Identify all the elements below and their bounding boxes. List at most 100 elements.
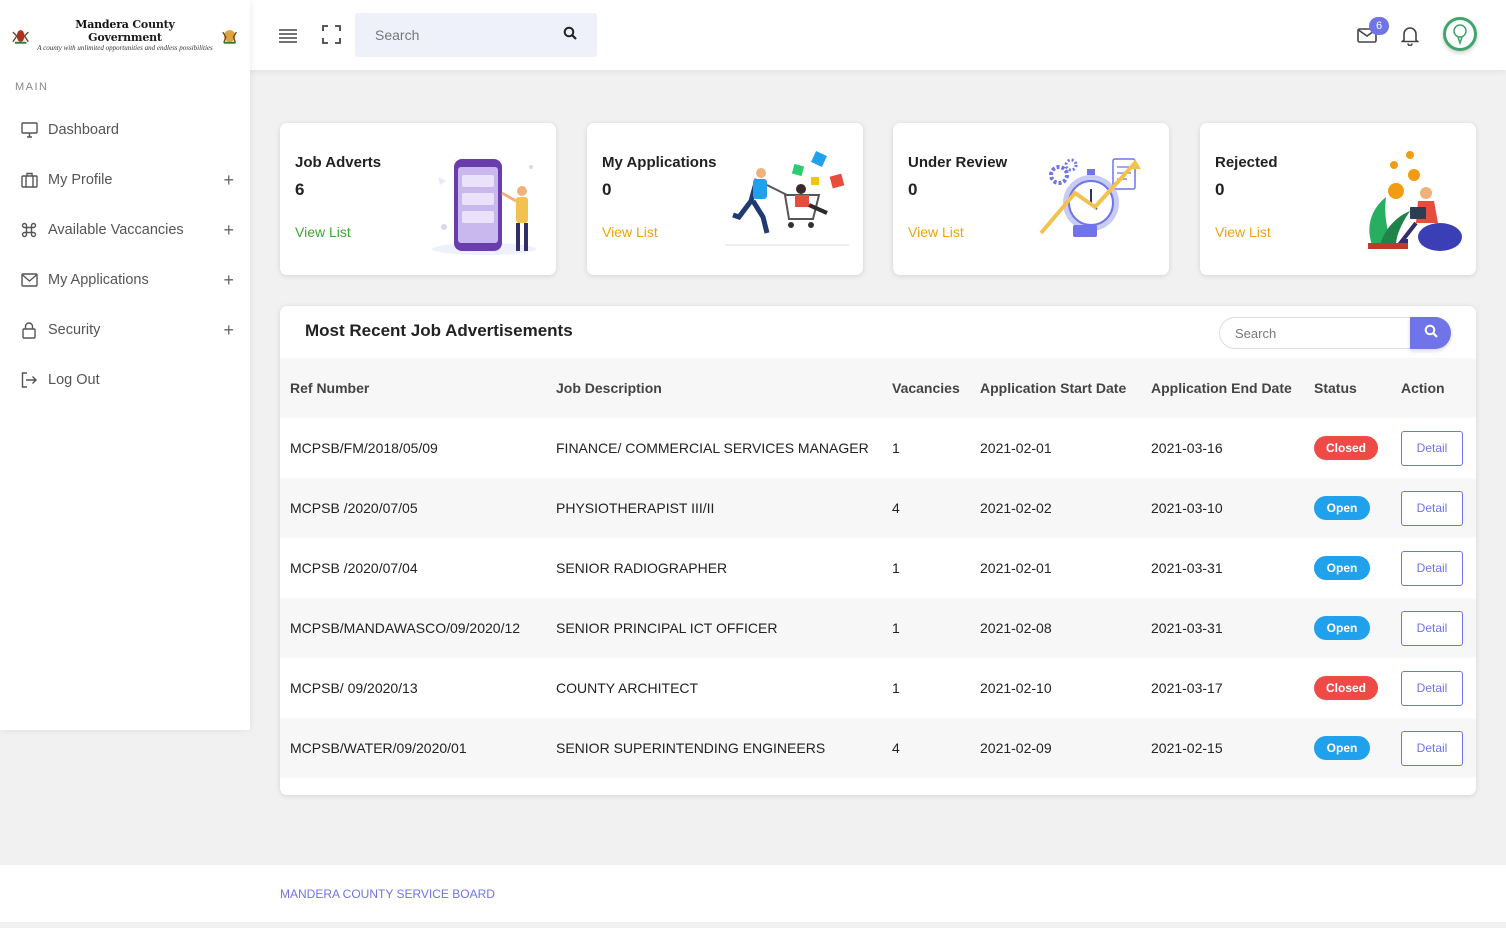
vacancies-cell: 1 [892, 560, 900, 576]
view-list-link[interactable]: View List [295, 224, 351, 240]
sidebar-item-label: Available Vaccancies [48, 222, 184, 238]
header-search[interactable]: Search [355, 13, 597, 57]
table-row: MCPSB/WATER/09/2020/01 SENIOR SUPERINTEN… [280, 718, 1476, 778]
card-title: Rejected [1215, 154, 1278, 171]
brand-logo[interactable]: Mandera County Government A county with … [0, 0, 250, 70]
card-title: My Applications [602, 154, 717, 171]
start-date-cell: 2021-02-01 [980, 560, 1052, 576]
sidebar-item-label: My Applications [48, 272, 149, 288]
sidebar-item-my-applications[interactable]: My Applications + [0, 255, 250, 305]
detail-button[interactable]: Detail [1401, 670, 1463, 706]
status-badge: Closed [1314, 436, 1378, 460]
table-row: MCPSB /2020/07/05 PHYSIOTHERAPIST III/II… [280, 478, 1476, 538]
column-header: Ref Number [290, 380, 370, 396]
mail-icon [20, 271, 38, 289]
user-avatar[interactable] [1443, 17, 1477, 51]
vacancies-cell: 1 [892, 440, 900, 456]
vacancies-cell: 1 [892, 620, 900, 636]
start-date-cell: 2021-02-01 [980, 440, 1052, 456]
table-row: MCPSB/FM/2018/05/09 FINANCE/ COMMERCIAL … [280, 418, 1476, 478]
job-description-cell: SENIOR RADIOGRAPHER [556, 560, 728, 576]
table-header-row: Ref Number Job Description Vacancies App… [280, 358, 1476, 418]
bell-icon[interactable] [1399, 24, 1421, 47]
status-badge: Open [1314, 496, 1370, 520]
status-badge: Closed [1314, 676, 1378, 700]
table-row: MCPSB /2020/07/04 SENIOR RADIOGRAPHER 1 … [280, 538, 1476, 598]
card-my-applications: My Applications 0 View List [587, 123, 863, 275]
county-seal-icon [222, 30, 237, 44]
job-description-cell: PHYSIOTHERAPIST III/II [556, 500, 715, 516]
end-date-cell: 2021-03-17 [1151, 680, 1223, 696]
detail-button[interactable]: Detail [1401, 550, 1463, 586]
header-search-input[interactable]: Search [375, 27, 563, 43]
card-count: 0 [602, 180, 612, 199]
job-adverts-table: Ref Number Job Description Vacancies App… [280, 358, 1476, 778]
ref-number-cell: MCPSB/WATER/09/2020/01 [290, 740, 467, 756]
expand-icon[interactable]: + [223, 170, 234, 191]
detail-button[interactable]: Detail [1401, 610, 1463, 646]
card-count: 0 [1215, 180, 1225, 199]
job-description-cell: SENIOR PRINCIPAL ICT OFFICER [556, 620, 778, 636]
command-icon [20, 221, 38, 239]
start-date-cell: 2021-02-10 [980, 680, 1052, 696]
job-description-cell: SENIOR SUPERINTENDING ENGINEERS [556, 740, 826, 756]
brand-name-first: Mandera [75, 18, 133, 31]
logout-icon [20, 371, 38, 389]
view-list-link[interactable]: View List [602, 224, 658, 240]
footer: MANDERA COUNTY SERVICE BOARD [0, 865, 1506, 922]
table-search-button[interactable] [1410, 317, 1451, 349]
search-icon[interactable] [563, 26, 577, 45]
table-search[interactable]: Search [1219, 317, 1451, 349]
view-list-link[interactable]: View List [1215, 224, 1271, 240]
card-title: Under Review [908, 154, 1008, 171]
card-count: 6 [295, 180, 305, 199]
sidebar-item-label: Dashboard [48, 122, 119, 138]
detail-button[interactable]: Detail [1401, 490, 1463, 526]
card-rejected: Rejected 0 View List [1200, 123, 1476, 275]
column-header: Application End Date [1151, 380, 1292, 396]
nav-section-main: MAIN [15, 81, 49, 93]
expand-icon[interactable]: + [223, 320, 234, 341]
sidebar: Mandera County Government A county with … [0, 0, 250, 730]
recent-job-adverts-panel: Most Recent Job Advertisements Search Re… [280, 306, 1476, 795]
mail-badge: 6 [1369, 17, 1389, 35]
sidebar-item-security[interactable]: Security + [0, 305, 250, 355]
briefcase-icon [20, 171, 38, 189]
end-date-cell: 2021-03-10 [1151, 500, 1223, 516]
end-date-cell: 2021-03-16 [1151, 440, 1223, 456]
search-icon [1424, 324, 1438, 343]
sidebar-item-dashboard[interactable]: Dashboard [0, 105, 250, 155]
sidebar-item-available-vacancies[interactable]: Available Vaccancies + [0, 205, 250, 255]
phone-illustration-icon [432, 159, 536, 255]
ref-number-cell: MCPSB/ 09/2020/13 [290, 680, 418, 696]
stopwatch-illustration-icon [1039, 158, 1141, 237]
detail-button[interactable]: Detail [1401, 730, 1463, 766]
job-description-cell: FINANCE/ COMMERCIAL SERVICES MANAGER [556, 440, 869, 456]
shopping-illustration-icon [725, 151, 849, 246]
status-badge: Open [1314, 616, 1370, 640]
sidebar-item-label: Security [48, 322, 101, 338]
expand-icon[interactable]: + [223, 270, 234, 291]
table-search-input[interactable]: Search [1219, 317, 1419, 349]
kenya-coat-of-arms-icon [12, 30, 29, 44]
vacancies-cell: 1 [892, 680, 900, 696]
menu-toggle-icon[interactable] [278, 26, 298, 44]
card-title: Job Adverts [295, 154, 382, 171]
sidebar-item-log-out[interactable]: Log Out [0, 355, 250, 405]
panel-title: Most Recent Job Advertisements [305, 321, 573, 340]
start-date-cell: 2021-02-09 [980, 740, 1052, 756]
status-badge: Open [1314, 736, 1370, 760]
column-header: Status [1314, 380, 1357, 396]
start-date-cell: 2021-02-08 [980, 620, 1052, 636]
fullscreen-icon[interactable] [322, 25, 341, 44]
ref-number-cell: MCPSB /2020/07/04 [290, 560, 418, 576]
ref-number-cell: MCPSB/MANDAWASCO/09/2020/12 [290, 620, 521, 636]
vacancies-cell: 4 [892, 740, 900, 756]
view-list-link[interactable]: View List [908, 224, 964, 240]
end-date-cell: 2021-03-31 [1151, 620, 1223, 636]
column-header: Job Description [556, 380, 662, 396]
expand-icon[interactable]: + [223, 220, 234, 241]
sidebar-item-my-profile[interactable]: My Profile + [0, 155, 250, 205]
footer-text: MANDERA COUNTY SERVICE BOARD [280, 887, 495, 901]
detail-button[interactable]: Detail [1401, 430, 1463, 466]
